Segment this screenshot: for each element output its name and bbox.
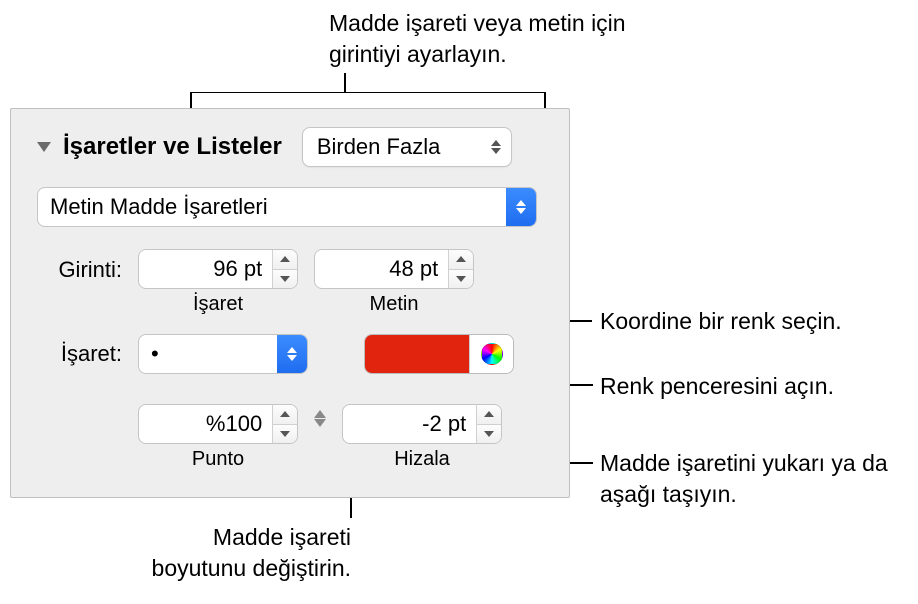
updown-icon <box>506 188 536 226</box>
bullet-type-popup[interactable]: Metin Madde İşaretleri <box>37 187 537 227</box>
updown-icon <box>491 140 501 154</box>
stepper-up[interactable] <box>449 250 473 270</box>
color-wheel-icon <box>481 343 503 365</box>
annotation-coord-color: Koordine bir renk seçin. <box>600 306 842 337</box>
stepper-down[interactable] <box>477 425 501 444</box>
annotation-change-size: Madde işareti boyutunu değiştirin. <box>141 522 351 584</box>
bullet-char-value: • <box>139 335 171 373</box>
stepper-down[interactable] <box>449 270 473 289</box>
callout-bracket-top <box>190 92 546 93</box>
color-picker-button[interactable] <box>469 335 513 373</box>
text-indent-sublabel: Metin <box>314 293 474 316</box>
stepper-up[interactable] <box>477 405 501 425</box>
stepper-down[interactable] <box>273 270 297 289</box>
bullets-lists-panel: İşaretler ve Listeler Birden Fazla Metin… <box>10 108 570 498</box>
list-style-value: Birden Fazla <box>317 134 441 160</box>
bullet-type-value: Metin Madde İşaretleri <box>38 188 280 226</box>
chevron-down-icon[interactable] <box>37 142 51 152</box>
bullet-align-stepper[interactable] <box>342 404 502 444</box>
bullet-indent-sublabel: İşaret <box>138 293 298 316</box>
list-style-popup[interactable]: Birden Fazla <box>302 127 512 167</box>
section-title: İşaretler ve Listeler <box>63 133 282 161</box>
annotation-move-bullet: Madde işaretini yukarı ya da aşağı taşıy… <box>600 448 900 510</box>
stepper-up[interactable] <box>273 250 297 270</box>
color-swatch[interactable] <box>365 335 469 373</box>
bullet-align-input[interactable] <box>343 405 476 443</box>
stepper-down[interactable] <box>273 425 297 444</box>
bullet-indent-input[interactable] <box>139 250 272 288</box>
color-well <box>364 334 514 374</box>
updown-icon <box>277 335 307 373</box>
indent-label: Girinti: <box>37 249 122 283</box>
bullet-indent-stepper[interactable] <box>138 249 298 289</box>
callout-line <box>344 73 346 93</box>
bullet-size-stepper[interactable] <box>138 404 298 444</box>
annotation-indent: Madde işareti veya metin için girintiyi … <box>329 8 649 70</box>
bullet-size-sublabel: Punto <box>138 448 298 471</box>
text-indent-input[interactable] <box>315 250 448 288</box>
bullet-size-input[interactable] <box>139 405 272 443</box>
text-indent-stepper[interactable] <box>314 249 474 289</box>
bullet-label: İşaret: <box>37 341 122 367</box>
bullet-align-sublabel: Hizala <box>342 448 502 471</box>
bullet-char-popup[interactable]: • <box>138 334 308 374</box>
stepper-up[interactable] <box>273 405 297 425</box>
baseline-shift-icon <box>314 404 326 427</box>
annotation-open-color: Renk penceresini açın. <box>600 371 834 402</box>
